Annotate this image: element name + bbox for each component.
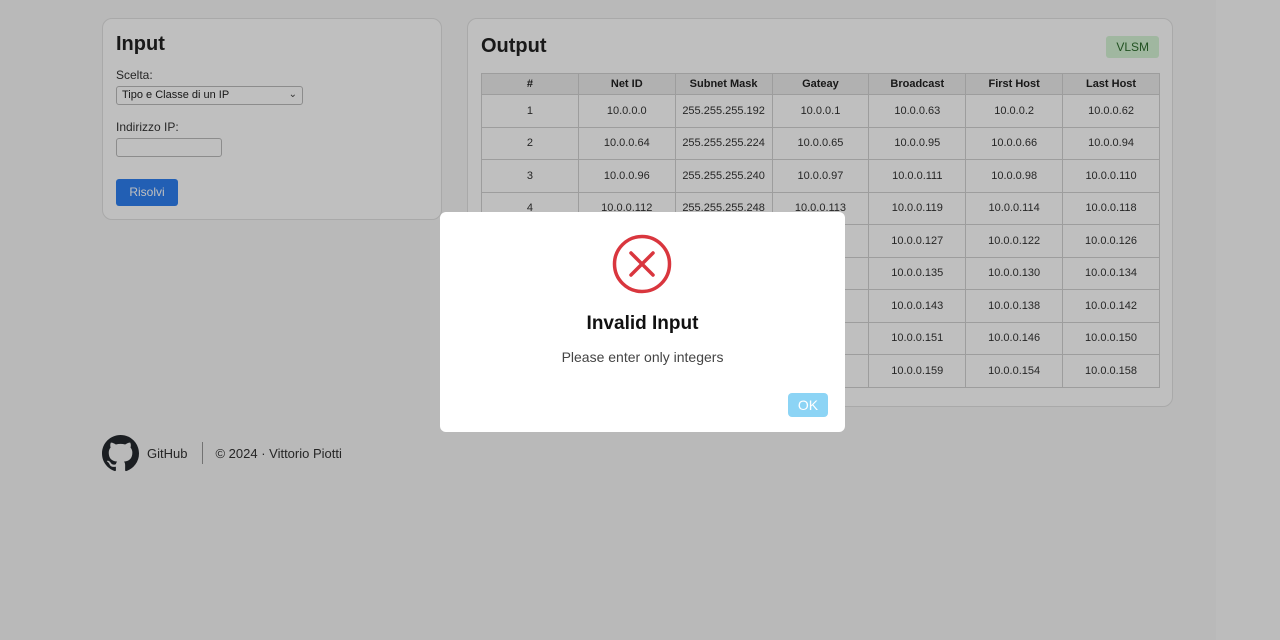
error-dialog: Invalid Input Please enter only integers… xyxy=(440,212,845,432)
dialog-title: Invalid Input xyxy=(586,313,699,334)
ok-button[interactable]: OK xyxy=(788,393,828,417)
dialog-message: Please enter only integers xyxy=(561,349,724,365)
error-circle-x-icon xyxy=(612,234,672,294)
